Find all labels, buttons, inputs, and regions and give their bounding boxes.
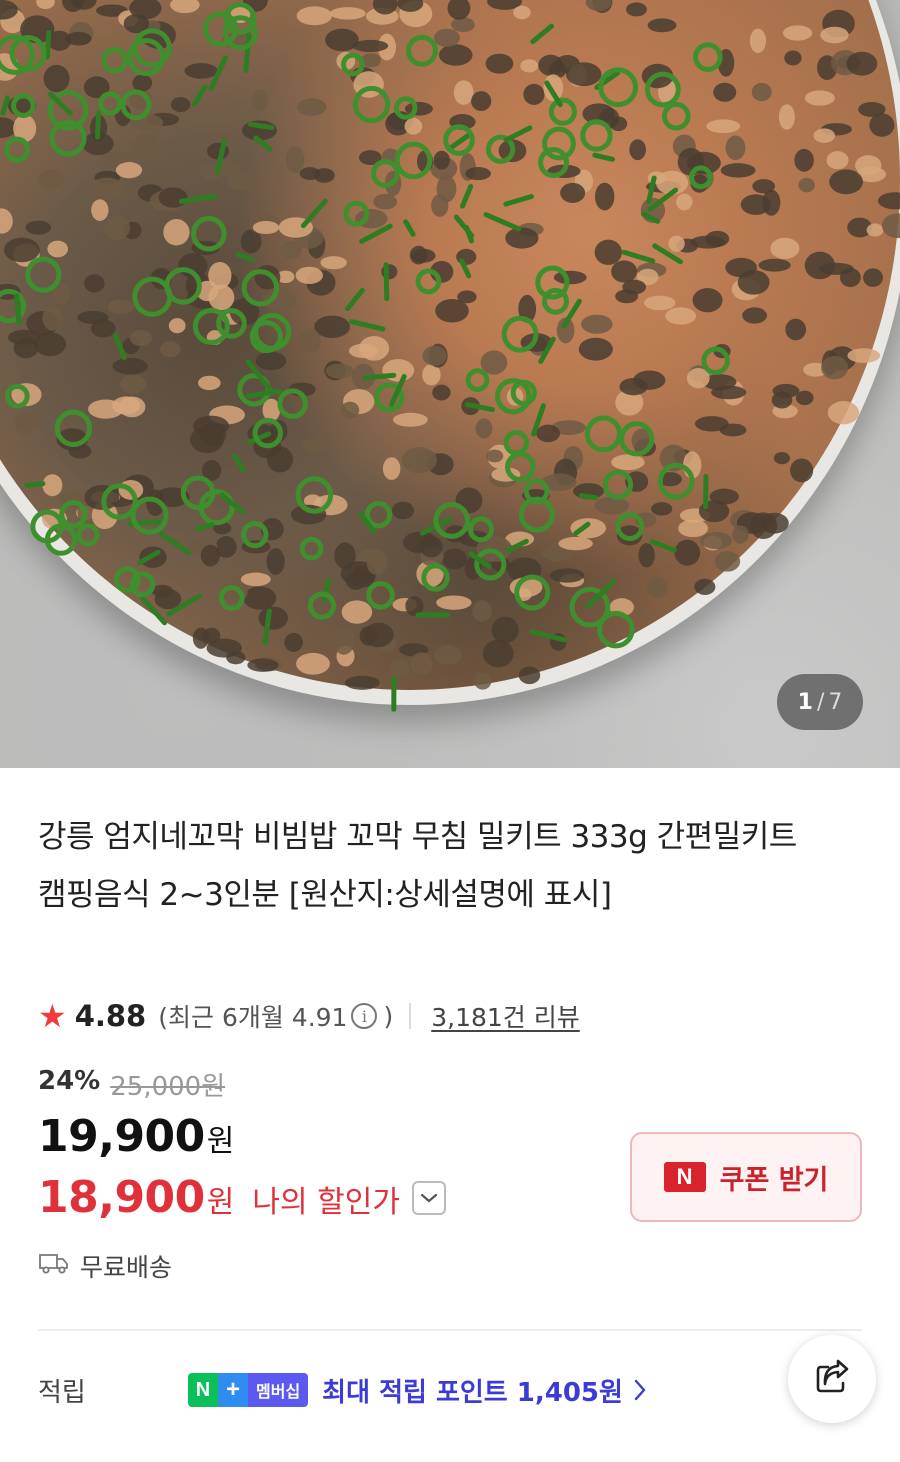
shipping-info: 무료배송 xyxy=(38,1248,172,1284)
truck-icon xyxy=(38,1251,70,1281)
image-counter: 1 / 7 xyxy=(777,674,863,730)
sale-price-amount: 19,900 xyxy=(38,1111,205,1162)
product-title: 강릉 엄지네꼬막 비빔밥 꼬막 무침 밀키트 333g 간편밀키트 캠핑음식 2… xyxy=(38,819,797,913)
max-points-text: 최대 적립 포인트 1,405원 xyxy=(322,1377,623,1408)
recent-rating-close: ) xyxy=(383,1001,394,1031)
membership-plus: + xyxy=(218,1373,248,1407)
sale-price-unit: 원 xyxy=(206,1124,235,1159)
coupon-button-label: 쿠폰 받기 xyxy=(719,1164,829,1196)
share-icon xyxy=(812,1357,852,1401)
star-icon: ★ xyxy=(38,997,67,1035)
recent-rating: (최근 6개월 4.91 xyxy=(158,1003,348,1032)
chevron-down-icon[interactable] xyxy=(411,1180,446,1215)
my-price-amount: 18,900 xyxy=(38,1172,205,1223)
membership-text: 멤버십 xyxy=(248,1373,309,1407)
review-count-link[interactable]: 3,181건 리뷰 xyxy=(431,998,580,1034)
info-icon[interactable]: i xyxy=(351,1003,378,1029)
points-row[interactable]: 적립 N + 멤버십 최대 적립 포인트 1,405원 xyxy=(38,1368,647,1412)
my-price-unit: 원 xyxy=(206,1185,235,1220)
product-image[interactable]: 1 / 7 xyxy=(0,0,900,768)
rating-row: ★ 4.88 (최근 6개월 4.91 i ) 3,181건 리뷰 xyxy=(38,996,580,1036)
image-counter-separator: / xyxy=(816,689,825,715)
coupon-button[interactable]: N 쿠폰 받기 xyxy=(630,1132,862,1222)
naver-plus-membership-badge: N + 멤버십 xyxy=(188,1373,309,1407)
naver-n-icon: N xyxy=(663,1162,706,1192)
my-discount-price: 18,900 원 나의 할인가 xyxy=(38,1172,446,1223)
rating-score: 4.88 xyxy=(74,999,147,1033)
image-counter-total: 7 xyxy=(828,689,843,715)
points-label: 적립 xyxy=(38,1377,86,1408)
original-price: 25,000원 xyxy=(110,1072,226,1102)
shipping-label: 무료배송 xyxy=(80,1253,173,1282)
my-price-label: 나의 할인가 xyxy=(252,1185,400,1220)
section-divider xyxy=(38,1329,862,1331)
chevron-right-icon xyxy=(633,1378,647,1402)
membership-n: N xyxy=(188,1373,218,1407)
food-garnish xyxy=(0,0,900,712)
discount-row: 24% 25,000원 xyxy=(38,1066,225,1103)
image-counter-current: 1 xyxy=(797,689,813,715)
discount-rate: 24% xyxy=(38,1066,101,1096)
sale-price: 19,900 원 xyxy=(38,1111,234,1162)
share-button[interactable] xyxy=(788,1335,876,1423)
divider xyxy=(409,1003,412,1029)
